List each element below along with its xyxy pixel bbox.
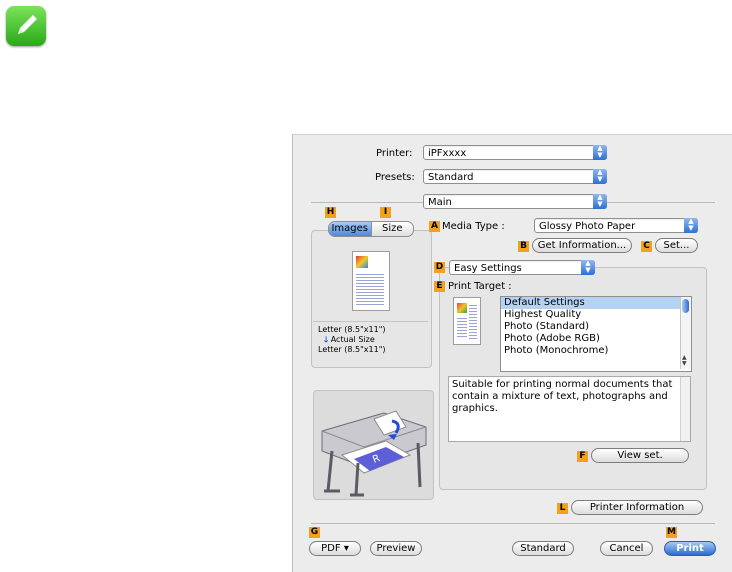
presets-popup[interactable]: Standard ▲ ▼ <box>423 169 607 184</box>
print-target-item[interactable]: Highest Quality <box>501 309 680 321</box>
panel-popup[interactable]: Main ▲ ▼ <box>423 194 607 209</box>
print-target-item[interactable]: Default Settings <box>501 297 680 309</box>
list-scrollbar[interactable]: ▲ ▼ <box>680 297 691 369</box>
print-target-thumbnail <box>453 297 481 345</box>
preview-info-line3: Letter (8.5"x11") <box>318 345 386 354</box>
pdf-button[interactable]: PDF ▾ <box>309 541 361 556</box>
preview-info-line2-row: 🡓 Actual Size <box>318 335 386 345</box>
preview-info-line2: Actual Size <box>330 335 375 344</box>
tag-f: F <box>577 451 588 462</box>
page-preview <box>352 251 390 311</box>
media-type-value: Glossy Photo Paper <box>539 221 636 232</box>
printer-illustration-icon: R <box>321 410 427 497</box>
tag-m: M <box>666 527 677 538</box>
preview-info-line1: Letter (8.5"x11") <box>318 325 386 334</box>
tag-e: E <box>434 281 445 292</box>
page-image-thumbnail <box>356 256 368 268</box>
preview-info: Letter (8.5"x11") 🡓 Actual Size Letter (… <box>318 325 386 355</box>
print-target-item[interactable]: Photo (Standard) <box>501 321 680 333</box>
print-target-list[interactable]: Default Settings Highest Quality Photo (St… <box>500 296 692 372</box>
tag-a: A <box>429 221 440 232</box>
tab-size[interactable]: Size <box>370 222 414 236</box>
tab-images[interactable]: Images <box>329 222 371 236</box>
thumbnail-text <box>469 303 477 339</box>
preview-tabs: Images Size <box>328 221 414 237</box>
preview-group: Letter (8.5"x11") 🡓 Actual Size Letter (… <box>311 230 432 368</box>
tag-g: G <box>309 527 320 538</box>
page-text-lines <box>356 272 384 306</box>
print-dialog: Printer: iPFxxxx ▲ ▼ Presets: Standard ▲ ▼… <box>292 134 732 572</box>
description-box: Suitable for printing normal documents t… <box>448 376 691 442</box>
get-information-button[interactable]: Get Information... <box>532 238 632 253</box>
media-type-label: Media Type : <box>442 221 505 232</box>
tag-d: D <box>434 262 445 273</box>
tag-b: B <box>518 241 529 252</box>
scroll-arrows-icon[interactable]: ▲ ▼ <box>682 355 687 367</box>
popup-arrows-icon: ▲ ▼ <box>593 194 607 209</box>
settings-mode-value: Easy Settings <box>454 263 522 274</box>
panel-value: Main <box>428 197 452 208</box>
cancel-button[interactable]: Cancel <box>600 541 653 556</box>
presets-label: Presets: <box>375 172 415 183</box>
tag-i: I <box>380 207 391 218</box>
printer-popup[interactable]: iPFxxxx ▲ ▼ <box>423 145 607 160</box>
print-target-item[interactable]: Photo (Monochrome) <box>501 345 680 357</box>
set-button[interactable]: Set... <box>655 238 698 253</box>
print-target-label: Print Target : <box>448 281 512 292</box>
print-target-items: Default Settings Highest Quality Photo (St… <box>501 297 691 357</box>
media-type-popup[interactable]: Glossy Photo Paper ▲ ▼ <box>534 218 698 233</box>
standard-button[interactable]: Standard <box>512 541 574 556</box>
popup-arrows-icon: ▲ ▼ <box>593 169 607 184</box>
popup-arrows-icon: ▲ ▼ <box>581 260 595 275</box>
description-text: Suitable for printing normal documents t… <box>452 379 673 414</box>
popup-arrows-icon: ▲ ▼ <box>593 145 607 160</box>
printer-label: Printer: <box>376 148 413 159</box>
tag-l: L <box>557 503 568 514</box>
description-scrollbar[interactable] <box>680 377 690 441</box>
tag-h: H <box>325 207 336 218</box>
note-pencil-icon <box>6 6 46 46</box>
thumbnail-text <box>457 316 467 339</box>
print-target-item[interactable]: Photo (Adobe RGB) <box>501 333 680 345</box>
printer-information-button[interactable]: Printer Information <box>571 500 703 515</box>
printer-illustration-box: R <box>313 390 434 500</box>
printer-value: iPFxxxx <box>428 148 467 159</box>
arrow-down-icon: 🡓 <box>324 335 329 344</box>
separator <box>313 321 428 322</box>
separator <box>311 523 715 524</box>
print-button[interactable]: Print <box>664 541 716 556</box>
popup-arrows-icon: ▲ ▼ <box>684 218 698 233</box>
view-set-button[interactable]: View set. <box>591 448 689 463</box>
settings-mode-popup[interactable]: Easy Settings ▲ ▼ <box>449 260 595 275</box>
tag-c: C <box>641 241 652 252</box>
thumbnail-image <box>457 303 467 313</box>
preview-button[interactable]: Preview <box>370 541 422 556</box>
scroll-thumb[interactable] <box>682 299 689 313</box>
presets-value: Standard <box>428 172 474 183</box>
